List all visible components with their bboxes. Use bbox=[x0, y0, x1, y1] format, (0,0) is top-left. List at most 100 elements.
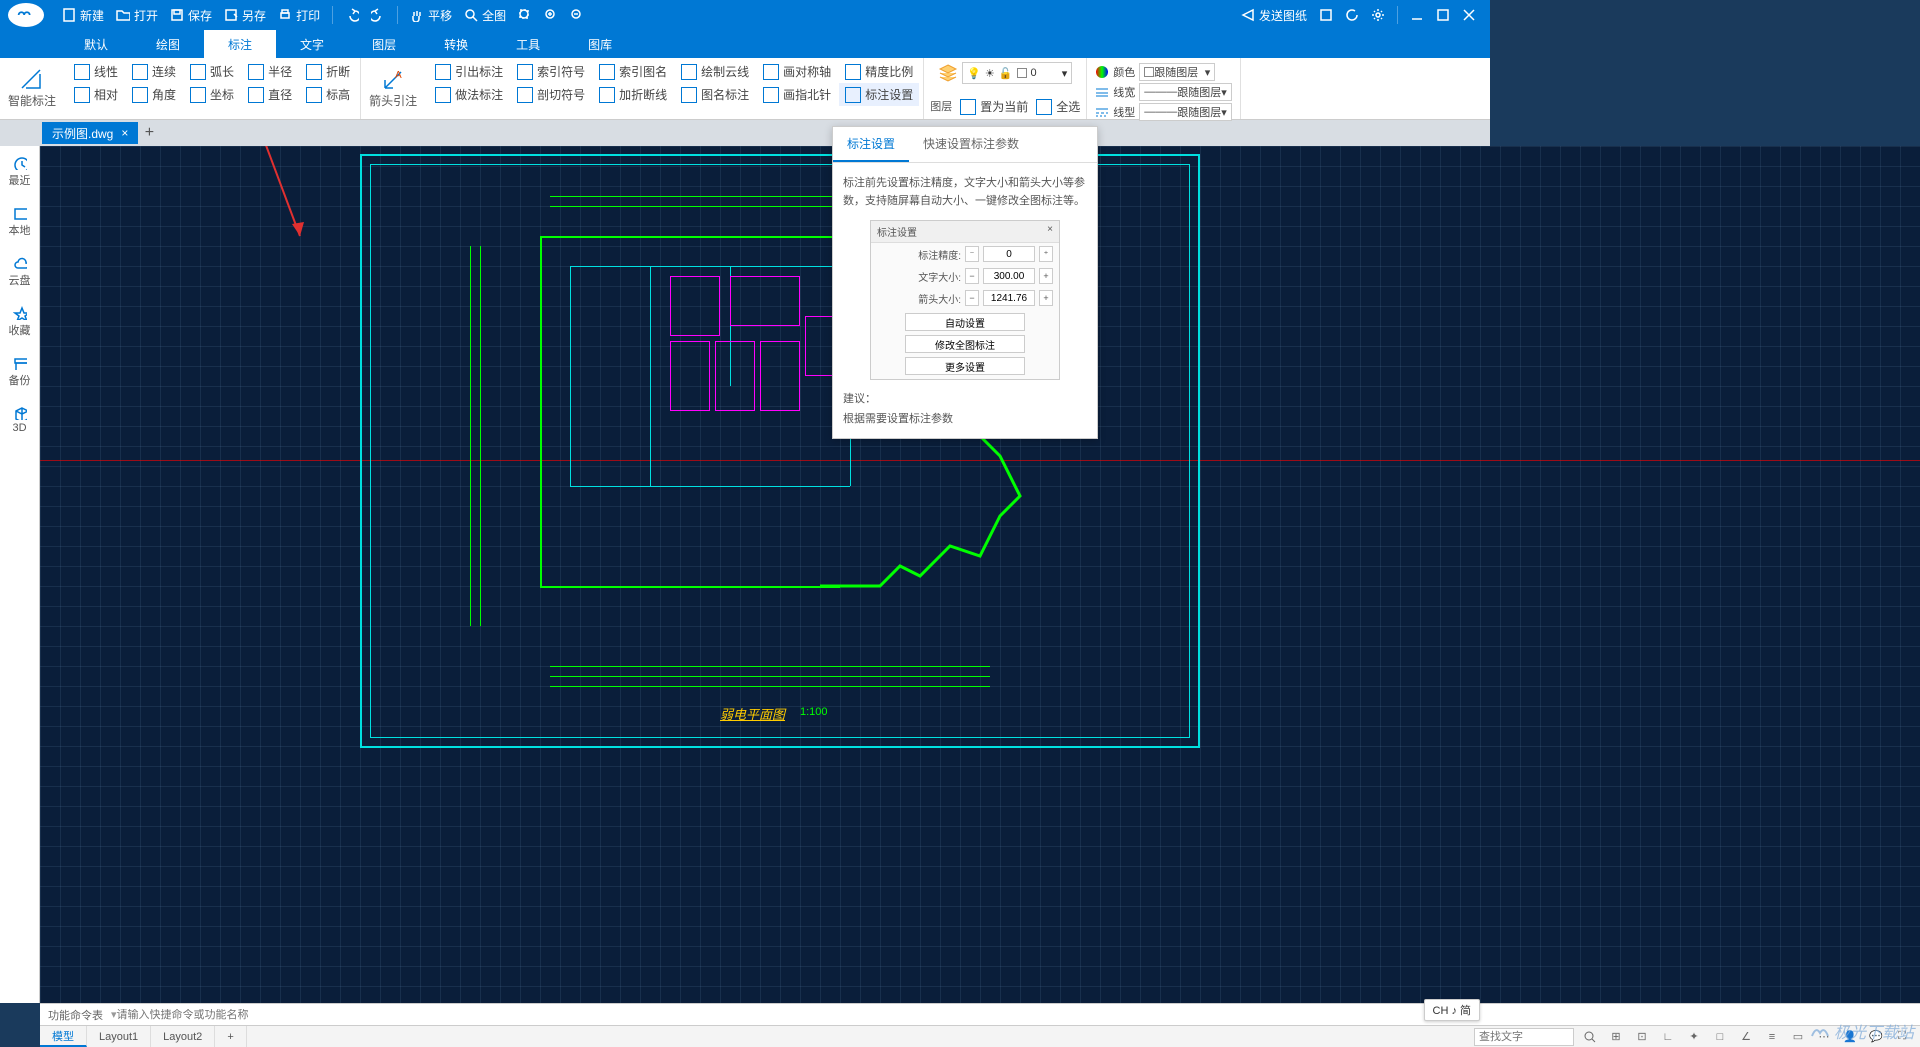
select-all-button[interactable]: 全选 bbox=[1036, 98, 1080, 115]
arrowsize-dec[interactable]: − bbox=[965, 290, 979, 306]
modify-all-button[interactable]: 修改全图标注 bbox=[905, 335, 1025, 353]
arrowsize-inc[interactable]: + bbox=[1039, 290, 1053, 306]
relative-dim-button[interactable]: 相对 bbox=[68, 83, 124, 106]
print-button[interactable]: 打印 bbox=[272, 7, 326, 24]
layout-tab-2[interactable]: Layout2 bbox=[151, 1026, 215, 1047]
tab-default[interactable]: 默认 bbox=[60, 30, 132, 58]
linear-dim-button[interactable]: 线性 bbox=[68, 60, 124, 83]
precision-button[interactable]: 精度比例 bbox=[839, 60, 919, 83]
textsize-inc[interactable]: + bbox=[1039, 268, 1053, 284]
break-dim-button[interactable]: 折断 bbox=[300, 60, 356, 83]
status-grid-button[interactable]: ⊞ bbox=[1606, 1028, 1626, 1046]
sidebar-cloud[interactable]: 云盘 bbox=[9, 252, 31, 292]
tab-draw[interactable]: 绘图 bbox=[132, 30, 204, 58]
mini-close-button[interactable]: × bbox=[1047, 224, 1053, 239]
layer-dropdown[interactable]: 💡 ☀ 🔓 0 ▾ bbox=[962, 62, 1072, 84]
status-osnap-button[interactable]: □ bbox=[1710, 1028, 1730, 1046]
sidebar-3d[interactable]: 3D bbox=[12, 402, 26, 438]
tab-convert[interactable]: 转换 bbox=[420, 30, 492, 58]
save-button[interactable]: 保存 bbox=[164, 7, 218, 24]
popup-tab-quick[interactable]: 快速设置标注参数 bbox=[909, 127, 1033, 162]
new-button[interactable]: 新建 bbox=[56, 7, 110, 24]
sidebar-recent[interactable]: 最近 bbox=[9, 152, 31, 192]
status-lwt-button[interactable]: ≡ bbox=[1762, 1028, 1782, 1046]
leader-button[interactable]: 引出标注 bbox=[429, 60, 509, 83]
linetype-dropdown[interactable]: ———跟随图层▾ bbox=[1139, 103, 1232, 121]
north-button[interactable]: 画指北针 bbox=[757, 83, 837, 106]
add-tab-button[interactable]: + bbox=[138, 122, 160, 144]
tab-library[interactable]: 图库 bbox=[564, 30, 636, 58]
redo-button[interactable] bbox=[365, 8, 391, 22]
index-name-button[interactable]: 索引图名 bbox=[593, 60, 673, 83]
status-ortho-button[interactable]: ∟ bbox=[1658, 1028, 1678, 1046]
status-polar-button[interactable]: ✦ bbox=[1684, 1028, 1704, 1046]
precision-input[interactable] bbox=[983, 246, 1035, 262]
continuous-dim-button[interactable]: 连续 bbox=[126, 60, 182, 83]
lineweight-dropdown[interactable]: ———跟随图层▾ bbox=[1139, 83, 1232, 101]
open-button[interactable]: 打开 bbox=[110, 7, 164, 24]
close-tab-button[interactable]: × bbox=[121, 126, 128, 140]
cloud-button[interactable]: 绘制云线 bbox=[675, 60, 755, 83]
popup-tab-settings[interactable]: 标注设置 bbox=[833, 127, 909, 162]
radius-dim-button[interactable]: 半径 bbox=[242, 60, 298, 83]
section-symbol-button[interactable]: 剖切符号 bbox=[511, 83, 591, 106]
layout-tab-1[interactable]: Layout1 bbox=[87, 1026, 151, 1047]
pan-button[interactable]: 平移 bbox=[404, 7, 458, 24]
status-user-button[interactable]: 👤 bbox=[1840, 1028, 1860, 1046]
search-button[interactable] bbox=[1580, 1028, 1600, 1046]
elevation-button[interactable]: 标高 bbox=[300, 83, 356, 106]
auto-settings-button[interactable]: 自动设置 bbox=[905, 313, 1025, 331]
arc-dim-button[interactable]: 弧长 bbox=[184, 60, 240, 83]
text-size-input[interactable] bbox=[983, 268, 1035, 284]
status-chat-button[interactable]: 💬 bbox=[1866, 1028, 1886, 1046]
command-input[interactable] bbox=[117, 1009, 417, 1021]
send-drawing-button[interactable]: 发送图纸 bbox=[1235, 7, 1313, 24]
tab-annotation[interactable]: 标注 bbox=[204, 30, 276, 58]
maximize-button[interactable] bbox=[1430, 8, 1456, 22]
more-settings-button[interactable]: 更多设置 bbox=[905, 357, 1025, 375]
find-text-input[interactable] bbox=[1474, 1028, 1574, 1046]
arrow-size-input[interactable] bbox=[983, 290, 1035, 306]
smart-dimension-button[interactable]: 智能标注 bbox=[0, 58, 64, 119]
textsize-dec[interactable]: − bbox=[965, 268, 979, 284]
undo-button[interactable] bbox=[339, 8, 365, 22]
zoom-in-button[interactable] bbox=[538, 8, 564, 22]
arrow-leader-button[interactable]: A 箭头引注 bbox=[361, 58, 425, 119]
sidebar-local[interactable]: 本地 bbox=[9, 202, 31, 242]
add-layout-button[interactable]: + bbox=[215, 1026, 246, 1047]
tab-tools[interactable]: 工具 bbox=[492, 30, 564, 58]
break-line-button[interactable]: 加折断线 bbox=[593, 83, 673, 106]
status-more-button[interactable]: ⋯ bbox=[1814, 1028, 1834, 1046]
precision-inc[interactable]: ⁺ bbox=[1039, 246, 1053, 262]
refresh-button[interactable] bbox=[1339, 8, 1365, 22]
fullview-button[interactable]: 全图 bbox=[458, 7, 512, 24]
close-button[interactable] bbox=[1456, 8, 1482, 22]
status-dyn-button[interactable]: ▭ bbox=[1788, 1028, 1808, 1046]
index-symbol-button[interactable]: 索引符号 bbox=[511, 60, 591, 83]
angle-dim-button[interactable]: 角度 bbox=[126, 83, 182, 106]
diameter-dim-button[interactable]: 直径 bbox=[242, 83, 298, 106]
settings-button[interactable] bbox=[1365, 8, 1391, 22]
minimize-button[interactable] bbox=[1404, 8, 1430, 22]
image-label-button[interactable]: 图名标注 bbox=[675, 83, 755, 106]
leader-do-button[interactable]: 做法标注 bbox=[429, 83, 509, 106]
tab-text[interactable]: 文字 bbox=[276, 30, 348, 58]
zoom-window-button[interactable] bbox=[512, 8, 538, 22]
fullscreen-button[interactable] bbox=[1313, 8, 1339, 22]
status-expand-button[interactable]: ⛶ bbox=[1892, 1028, 1912, 1046]
set-current-button[interactable]: 置为当前 bbox=[960, 98, 1028, 115]
color-dropdown[interactable]: 跟随图层▾ bbox=[1139, 63, 1215, 81]
precision-dec[interactable]: ⁻ bbox=[965, 246, 979, 262]
layout-tab-model[interactable]: 模型 bbox=[40, 1026, 87, 1047]
file-tab[interactable]: 示例图.dwg × bbox=[42, 122, 138, 144]
status-otrack-button[interactable]: ∠ bbox=[1736, 1028, 1756, 1046]
coord-dim-button[interactable]: 坐标 bbox=[184, 83, 240, 106]
dim-settings-button[interactable]: 标注设置 bbox=[839, 83, 919, 106]
axis-button[interactable]: 画对称轴 bbox=[757, 60, 837, 83]
sidebar-favorites[interactable]: 收藏 bbox=[9, 302, 31, 342]
zoom-out-button[interactable] bbox=[564, 8, 590, 22]
tab-layer[interactable]: 图层 bbox=[348, 30, 420, 58]
saveas-button[interactable]: 另存 bbox=[218, 7, 272, 24]
status-snap-button[interactable]: ⊡ bbox=[1632, 1028, 1652, 1046]
sidebar-backup[interactable]: 备份 bbox=[9, 352, 31, 392]
